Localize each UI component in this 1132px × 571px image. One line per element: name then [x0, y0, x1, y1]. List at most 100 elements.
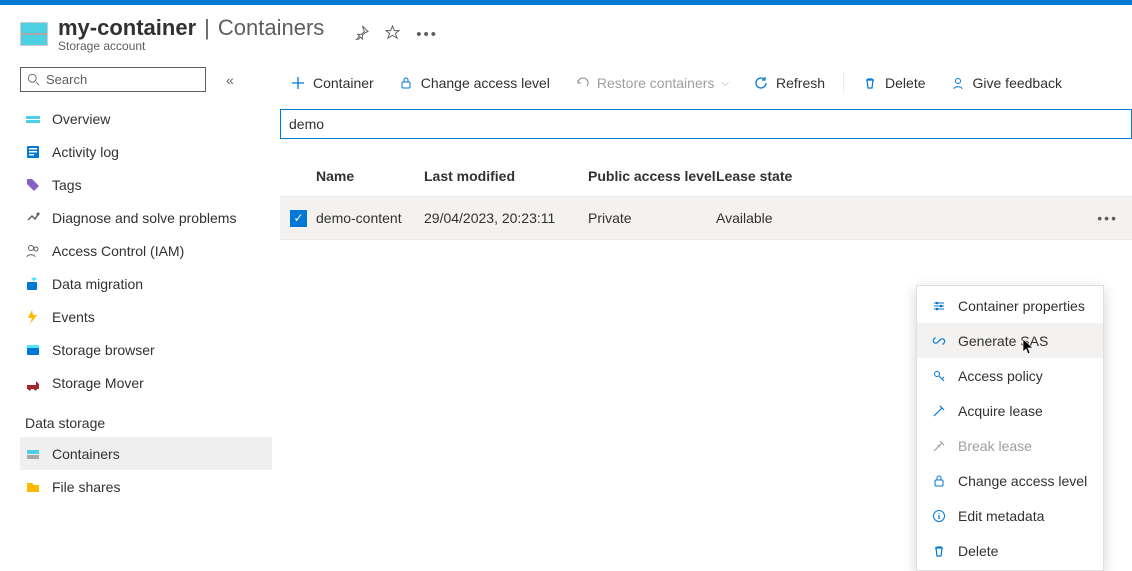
ctx-access-policy[interactable]: Access policy	[917, 358, 1103, 393]
cell-access: Private	[588, 210, 716, 226]
filter-value: demo	[289, 116, 324, 132]
cell-modified: 29/04/2023, 20:23:11	[424, 210, 588, 226]
page-title: Containers	[218, 15, 324, 41]
info-icon	[931, 508, 947, 524]
link-icon	[931, 333, 947, 349]
lock-icon	[398, 75, 414, 91]
title-separator: |	[204, 15, 210, 41]
files-icon	[25, 479, 41, 495]
page-header: my-container | Containers Storage accoun…	[0, 5, 1132, 53]
ctx-label: Container properties	[958, 298, 1085, 314]
migration-icon	[25, 276, 41, 292]
sidebar-item-label: Events	[52, 309, 95, 325]
sidebar-item-label: Diagnose and solve problems	[52, 210, 236, 226]
lock-icon	[931, 473, 947, 489]
toolbar: Container Change access level Restore co…	[272, 65, 1132, 101]
more-icon[interactable]: •••	[416, 26, 438, 43]
feedback-icon	[950, 75, 966, 91]
tags-icon	[25, 177, 41, 193]
containers-table: Name Last modified Public access level L…	[280, 155, 1132, 240]
acquire-lease-icon	[931, 403, 947, 419]
toolbar-label: Give feedback	[973, 75, 1063, 91]
sidebar-item-containers[interactable]: Containers	[20, 437, 272, 470]
cell-lease: Available	[716, 210, 856, 226]
log-icon	[25, 144, 41, 160]
table-row[interactable]: ✓ demo-content 29/04/2023, 20:23:11 Priv…	[280, 197, 1132, 240]
refresh-button[interactable]: Refresh	[743, 67, 835, 99]
main-content: Container Change access level Restore co…	[272, 59, 1132, 503]
ctx-acquire-lease[interactable]: Acquire lease	[917, 393, 1103, 428]
ctx-container-properties[interactable]: Container properties	[917, 288, 1103, 323]
settings-icon	[931, 298, 947, 314]
restore-button: Restore containers ⌵	[564, 67, 739, 99]
sidebar-item-storage-mover[interactable]: Storage Mover	[20, 366, 272, 399]
ctx-break-lease: Break lease	[917, 428, 1103, 463]
sidebar-item-label: Tags	[52, 177, 82, 193]
toolbar-label: Container	[313, 75, 374, 91]
iam-icon	[25, 243, 41, 259]
undo-icon	[574, 75, 590, 91]
add-container-button[interactable]: Container	[280, 67, 384, 99]
table-header: Name Last modified Public access level L…	[280, 155, 1132, 197]
toolbar-label: Refresh	[776, 75, 825, 91]
col-lease[interactable]: Lease state	[716, 168, 856, 184]
change-access-button[interactable]: Change access level	[388, 67, 560, 99]
col-access[interactable]: Public access level	[588, 168, 716, 184]
ctx-label: Generate SAS	[958, 333, 1048, 349]
sidebar-item-label: Access Control (IAM)	[52, 243, 184, 259]
break-lease-icon	[931, 438, 947, 454]
sidebar-item-diagnose[interactable]: Diagnose and solve problems	[20, 201, 272, 234]
search-icon	[27, 73, 41, 87]
collapse-sidebar-icon[interactable]: «	[216, 72, 244, 88]
sidebar-item-label: Overview	[52, 111, 110, 127]
delete-button[interactable]: Delete	[852, 67, 935, 99]
toolbar-label: Restore containers	[597, 75, 715, 91]
mover-icon	[25, 375, 41, 391]
sidebar-item-events[interactable]: Events	[20, 300, 272, 333]
ctx-label: Access policy	[958, 368, 1043, 384]
sidebar-item-storage-browser[interactable]: Storage browser	[20, 333, 272, 366]
page-subtitle: Storage account	[58, 39, 324, 53]
star-icon[interactable]	[385, 25, 400, 44]
sidebar-item-label: File shares	[52, 479, 120, 495]
sidebar-item-migration[interactable]: Data migration	[20, 267, 272, 300]
toolbar-label: Delete	[885, 75, 925, 91]
sidebar-item-file-shares[interactable]: File shares	[20, 470, 272, 503]
diagnose-icon	[25, 210, 41, 226]
ctx-label: Acquire lease	[958, 403, 1043, 419]
account-name: my-container	[58, 15, 196, 41]
col-name[interactable]: Name	[316, 168, 424, 184]
context-menu: Container properties Generate SAS Access…	[916, 285, 1104, 571]
row-more-button[interactable]: •••	[1097, 210, 1118, 226]
sidebar-item-label: Storage browser	[52, 342, 155, 358]
ctx-change-access[interactable]: Change access level	[917, 463, 1103, 498]
storage-account-icon	[20, 22, 48, 46]
ctx-label: Change access level	[958, 473, 1087, 489]
sidebar-item-label: Containers	[52, 446, 120, 462]
overview-icon	[25, 111, 41, 127]
cell-name: demo-content	[316, 210, 424, 226]
sidebar-item-activity-log[interactable]: Activity log	[20, 135, 272, 168]
feedback-button[interactable]: Give feedback	[940, 67, 1073, 99]
sidebar-item-iam[interactable]: Access Control (IAM)	[20, 234, 272, 267]
pin-icon[interactable]	[354, 25, 369, 44]
sidebar-item-overview[interactable]: Overview	[20, 102, 272, 135]
browser-icon	[25, 342, 41, 358]
sidebar-item-tags[interactable]: Tags	[20, 168, 272, 201]
ctx-edit-metadata[interactable]: Edit metadata	[917, 498, 1103, 533]
search-placeholder: Search	[46, 72, 87, 87]
chevron-down-icon: ⌵	[721, 78, 729, 89]
events-icon	[25, 309, 41, 325]
ctx-generate-sas[interactable]: Generate SAS	[917, 323, 1103, 358]
col-modified[interactable]: Last modified	[424, 168, 588, 184]
search-input[interactable]: Search	[20, 67, 206, 92]
sidebar: Search « Overview Activity log Tags Diag…	[0, 59, 272, 503]
ctx-label: Edit metadata	[958, 508, 1044, 524]
trash-icon	[862, 75, 878, 91]
filter-input[interactable]: demo	[280, 109, 1132, 139]
row-checkbox[interactable]: ✓	[290, 210, 307, 227]
toolbar-separator	[843, 73, 844, 93]
plus-icon	[290, 75, 306, 91]
sidebar-item-label: Activity log	[52, 144, 119, 160]
container-icon	[25, 446, 41, 462]
